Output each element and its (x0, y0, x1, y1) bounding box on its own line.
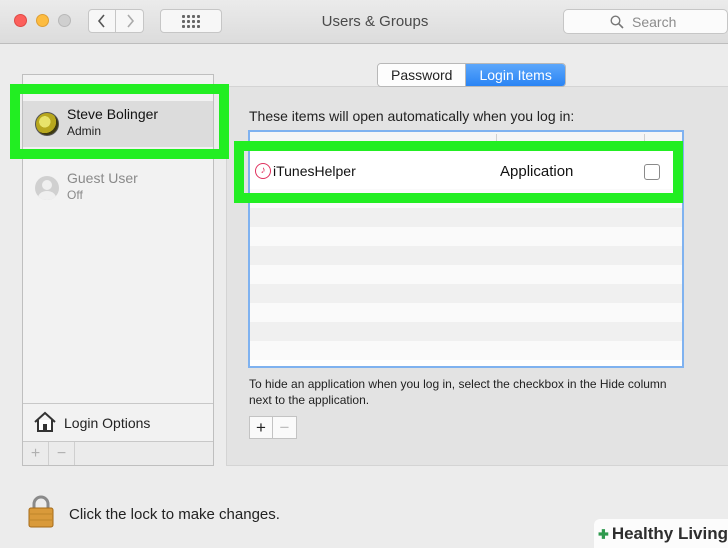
login-items-intro: These items will open automatically when… (249, 108, 575, 124)
show-all-button[interactable] (160, 9, 222, 33)
remove-user-button[interactable]: − (49, 442, 75, 465)
itunes-icon: ♪ (255, 163, 271, 179)
window-title: Users & Groups (321, 13, 429, 30)
tab-login-items[interactable]: Login Items (466, 64, 565, 86)
add-user-button[interactable]: + (23, 442, 49, 465)
empty-row (250, 208, 682, 227)
user-role: Admin (67, 124, 102, 138)
user-avatar (35, 112, 59, 136)
add-login-item-button[interactable]: + (250, 417, 274, 438)
login-item-name: iTunesHelper (273, 163, 356, 179)
login-options-item[interactable]: Login Options (23, 403, 213, 441)
hide-checkbox[interactable] (644, 164, 660, 180)
empty-row (250, 322, 682, 341)
chevron-right-icon (126, 14, 134, 28)
chevron-left-icon (97, 14, 105, 28)
tab-bar: Password Login Items (377, 63, 566, 87)
login-item-row-ituneshelper[interactable]: ♪ iTunesHelper Application (251, 158, 669, 186)
guest-avatar (35, 176, 59, 200)
empty-row (250, 284, 682, 303)
empty-row (250, 189, 682, 208)
empty-row (250, 265, 682, 284)
sidebar-footer: + − (23, 441, 213, 465)
remove-login-item-button[interactable]: − (273, 417, 296, 438)
user-item-steve-bolinger[interactable]: Steve Bolinger Admin (23, 101, 213, 147)
column-divider (496, 134, 497, 147)
watermark: Healthy Living (594, 519, 728, 548)
login-options-label: Login Options (64, 415, 151, 431)
empty-row (250, 303, 682, 322)
grid-icon (182, 14, 200, 28)
column-divider (644, 134, 645, 147)
login-item-buttons: + − (249, 416, 297, 439)
plus-cross-icon (598, 528, 609, 539)
empty-row (250, 227, 682, 246)
minimize-window-button[interactable] (36, 14, 49, 27)
table-header (250, 132, 682, 149)
watermark-text: Healthy Living (611, 523, 728, 543)
zoom-window-button[interactable] (58, 14, 71, 27)
forward-button[interactable] (116, 9, 144, 33)
user-role: Off (67, 188, 83, 202)
window-titlebar: Users & Groups Search (0, 0, 728, 44)
empty-row (250, 246, 682, 265)
user-name: Steve Bolinger (67, 106, 159, 122)
user-item-guest-user[interactable]: Guest User Off (23, 165, 213, 211)
close-window-button[interactable] (14, 14, 27, 27)
back-button[interactable] (88, 9, 116, 33)
empty-row (250, 341, 682, 360)
user-name: Guest User (67, 170, 138, 186)
search-icon (610, 15, 624, 29)
search-field[interactable]: Search (563, 9, 728, 34)
lock-message: Click the lock to make changes. (69, 506, 280, 523)
house-icon (34, 411, 56, 432)
lock-icon[interactable] (27, 494, 55, 528)
tab-password[interactable]: Password (378, 64, 467, 86)
users-sidebar: Steve Bolinger Admin Guest User Off Logi… (22, 74, 214, 466)
search-placeholder: Search (632, 14, 677, 30)
login-item-kind: Application (500, 163, 574, 180)
hide-hint-text: To hide an application when you log in, … (249, 377, 667, 407)
